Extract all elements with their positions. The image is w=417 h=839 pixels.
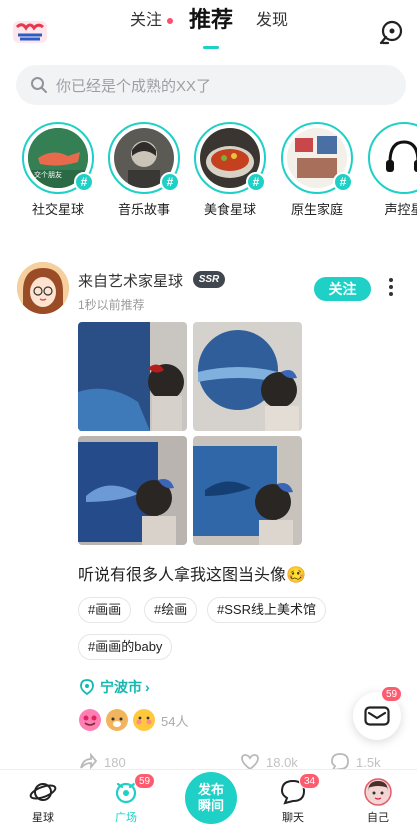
top-nav: 关注 推荐 发现 xyxy=(0,0,417,62)
hash-icon: # xyxy=(74,172,94,192)
location-pin-icon xyxy=(80,679,94,695)
app-logo[interactable] xyxy=(12,18,48,46)
planet-label: 音乐故事 xyxy=(117,202,170,217)
location-text: 宁波市 xyxy=(100,679,142,695)
music-icon[interactable] xyxy=(378,19,404,45)
bottom-tab-label: 星球 xyxy=(32,812,54,824)
publish-label-line1: 发布 xyxy=(197,782,224,797)
publish-label-line2: 瞬间 xyxy=(197,798,224,813)
planet-family[interactable]: # 原生家庭 xyxy=(279,122,355,218)
tab-follow[interactable]: 关注 xyxy=(130,6,162,30)
hash-icon: # xyxy=(333,172,353,192)
comment-count: 1.5k xyxy=(356,754,381,770)
planet-icon xyxy=(29,783,57,801)
location-link[interactable]: 宁波市 › xyxy=(80,677,150,697)
bottom-tab-chat[interactable]: 聊天 34 xyxy=(263,773,323,825)
bottom-tab-label: 广场 xyxy=(115,812,137,824)
planet-label: 声控星 xyxy=(384,202,417,217)
reaction-summary[interactable]: 54人 xyxy=(78,708,188,732)
shy-emoji-icon xyxy=(133,709,155,731)
square-badge: 59 xyxy=(134,773,156,789)
chevron-right-icon: › xyxy=(145,679,150,695)
reaction-count: 54人 xyxy=(161,713,189,729)
like-count: 18.0k xyxy=(266,754,298,770)
planet-label: 原生家庭 xyxy=(290,202,343,217)
tab-discover[interactable]: 发现 xyxy=(256,6,288,30)
tag-chip[interactable]: #绘画 xyxy=(144,597,198,623)
follow-button[interactable]: 关注 xyxy=(314,277,371,301)
mail-icon xyxy=(364,706,390,726)
tag-chip[interactable]: #画画的baby xyxy=(78,634,173,660)
author-avatar[interactable] xyxy=(17,262,69,314)
search-placeholder: 你已经是个成熟的XX了 xyxy=(56,77,212,95)
planet-music[interactable]: # 音乐故事 xyxy=(106,122,182,218)
tab-recommend[interactable]: 推荐 xyxy=(189,2,233,34)
post-photo[interactable] xyxy=(78,322,187,431)
post-text: 听说有很多人拿我这图当头像🥴 xyxy=(78,567,306,584)
search-icon xyxy=(31,77,47,93)
hash-icon: # xyxy=(160,172,180,192)
planet-label: 社交星球 xyxy=(31,202,84,217)
post-time: 1秒以前推荐 xyxy=(78,298,145,312)
post-photo[interactable] xyxy=(78,436,187,545)
chat-badge: 34 xyxy=(299,773,321,789)
search-bar[interactable]: 你已经是个成熟的XX了 xyxy=(16,65,406,105)
mail-button[interactable]: 59 xyxy=(353,686,403,740)
share-count: 180 xyxy=(104,754,126,770)
planet-list: 交个朋友 # 社交星球 # 音乐故事 # 美食星球 # 原生家庭 声控星 xyxy=(0,122,417,222)
hash-icon: # xyxy=(246,172,266,192)
post-photo[interactable] xyxy=(193,436,302,545)
publish-button[interactable]: 发布 瞬间 xyxy=(185,772,237,824)
bottom-tab-square[interactable]: 广场 59 xyxy=(96,773,156,825)
author-name[interactable]: 来自艺术家星球 xyxy=(78,270,183,291)
post-photo[interactable] xyxy=(193,322,302,431)
bottom-tab-label: 自己 xyxy=(367,812,389,824)
bottom-tab-label: 聊天 xyxy=(282,812,304,824)
planet-food[interactable]: # 美食星球 xyxy=(192,122,268,218)
heart-eyes-emoji-icon xyxy=(79,709,101,731)
mail-badge: 59 xyxy=(381,686,403,702)
me-avatar-icon xyxy=(364,778,392,806)
more-icon[interactable] xyxy=(387,278,395,300)
bottom-tab-me[interactable]: 自己 xyxy=(348,778,408,825)
level-badge: SSR xyxy=(193,271,225,288)
planet-social[interactable]: 交个朋友 # 社交星球 xyxy=(20,122,96,218)
tag-chip[interactable]: #SSR线上美术馆 xyxy=(207,597,326,623)
new-dot xyxy=(167,18,173,24)
planet-voice[interactable]: 声控星 xyxy=(366,122,417,218)
tag-chip[interactable]: #画画 xyxy=(78,597,132,623)
dog-emoji-icon xyxy=(106,709,128,731)
planet-inner-text: 交个朋友 xyxy=(34,172,62,179)
planet-label: 美食星球 xyxy=(203,202,256,217)
active-tab-indicator xyxy=(203,46,219,49)
bottom-tab-planet[interactable]: 星球 xyxy=(13,778,73,825)
